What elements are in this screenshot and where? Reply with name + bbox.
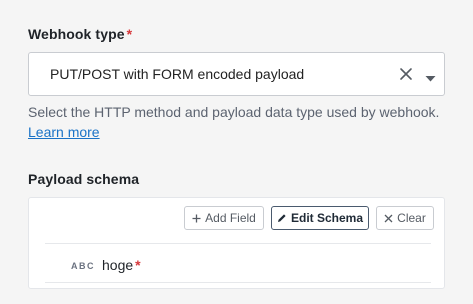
clear-button[interactable]: Clear — [376, 206, 434, 230]
payload-schema-panel: Add Field Edit Schema Clear ABC hoge * — [28, 197, 445, 289]
webhook-type-select[interactable]: PUT/POST with FORM encoded payload — [28, 52, 445, 96]
webhook-settings-page: Webhook type * PUT/POST with FORM encoded… — [0, 0, 473, 304]
field-type-badge: ABC — [71, 261, 95, 271]
field-name: hoge * — [102, 257, 141, 273]
field-name-text: hoge — [102, 257, 134, 273]
webhook-type-selected-value: PUT/POST with FORM encoded payload — [50, 66, 305, 82]
add-field-label: Add Field — [205, 211, 256, 225]
chevron-down-icon[interactable] — [425, 70, 436, 82]
close-icon — [384, 214, 393, 222]
pencil-icon — [277, 214, 286, 222]
close-icon[interactable] — [399, 67, 413, 81]
clear-label: Clear — [397, 211, 426, 225]
divider — [45, 243, 431, 244]
webhook-type-help-text: Select the HTTP method and payload data … — [28, 104, 440, 120]
payload-schema-label: Payload schema — [28, 171, 140, 187]
webhook-type-label: Webhook type * — [28, 26, 132, 42]
edit-schema-label: Edit Schema — [290, 211, 364, 225]
webhook-type-label-text: Webhook type — [28, 26, 125, 42]
edit-schema-button[interactable]: Edit Schema — [271, 206, 369, 230]
learn-more-link[interactable]: Learn more — [28, 122, 100, 142]
required-marker: * — [126, 26, 133, 42]
divider — [45, 282, 431, 283]
required-marker: * — [135, 257, 141, 273]
plus-icon — [192, 214, 201, 222]
add-field-button[interactable]: Add Field — [184, 206, 264, 230]
